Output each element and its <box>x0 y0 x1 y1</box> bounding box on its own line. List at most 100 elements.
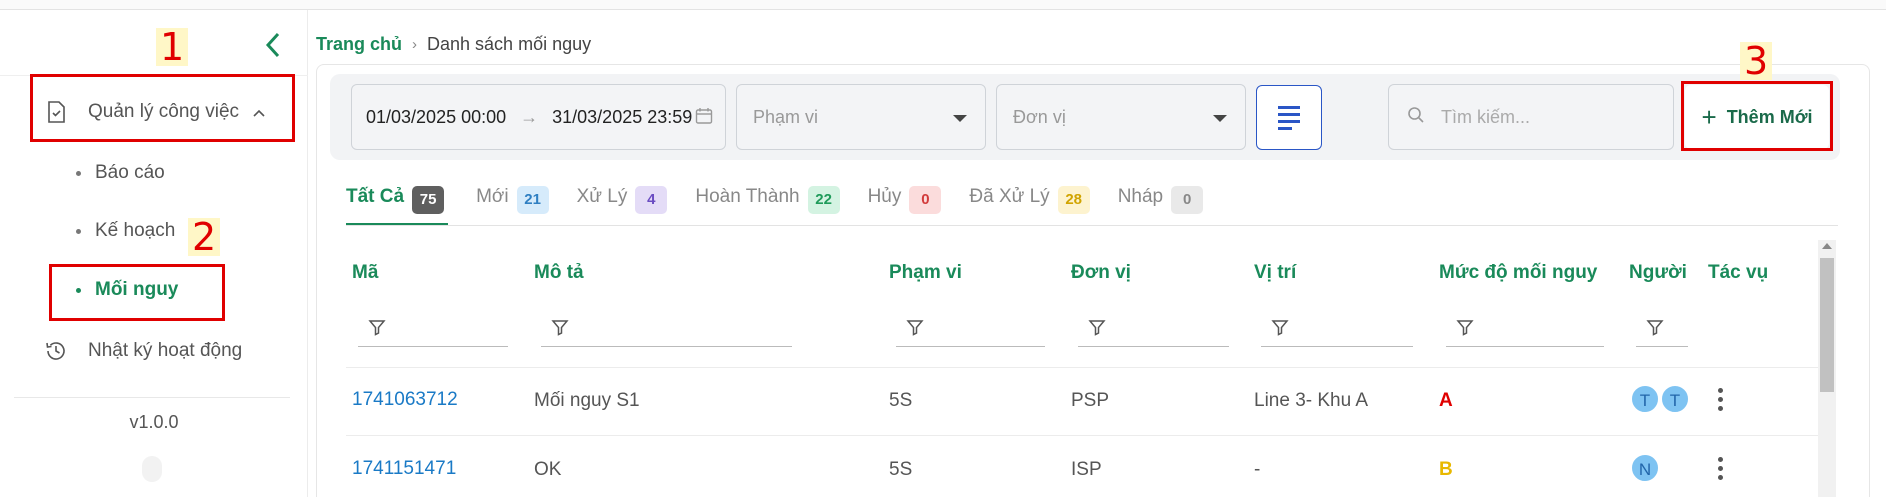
row-scope: 5S <box>889 390 913 411</box>
sidebar-subitem-plans[interactable]: Kế hoạch <box>76 220 175 242</box>
filter-icon <box>1271 320 1289 336</box>
list-icon-line <box>1278 119 1300 123</box>
tab-label: Hủy <box>867 186 902 207</box>
annotation-number-2: 2 <box>188 218 221 256</box>
sidebar-item-label: Nhật ký hoạt động <box>88 340 243 361</box>
column-filter-hazard-level[interactable] <box>1446 313 1604 347</box>
row-hazard-level: A <box>1439 390 1453 411</box>
tab-completed[interactable]: Hoàn Thành 22 <box>695 178 840 226</box>
tab-draft[interactable]: Nháp 0 <box>1117 178 1204 226</box>
column-header-scope[interactable]: Phạm vi <box>889 262 962 284</box>
annotation-box-1 <box>30 74 295 142</box>
app-version: v1.0.0 <box>129 412 179 432</box>
tabs-divider <box>346 225 1838 226</box>
count-badge: 0 <box>1171 186 1204 214</box>
count-badge: 21 <box>516 186 549 214</box>
count-badge: 22 <box>807 186 840 214</box>
row-hazard-level: B <box>1439 459 1453 480</box>
scope-select[interactable]: Phạm vi <box>736 84 986 150</box>
row-description: OK <box>534 459 562 480</box>
more-actions-icon[interactable] <box>1715 388 1725 411</box>
annotation-box-2 <box>49 264 225 321</box>
search-placeholder: Tìm kiếm... <box>1441 106 1530 127</box>
column-header-description[interactable]: Mô tả <box>534 262 584 284</box>
unit-select[interactable]: Đơn vị <box>996 84 1246 150</box>
tab-label: Tất Cả <box>346 186 405 207</box>
row-code-link[interactable]: 1741063712 <box>352 389 458 411</box>
tab-handled[interactable]: Đã Xử Lý 28 <box>969 178 1090 226</box>
row-code-link[interactable]: 1741151471 <box>352 458 456 480</box>
filter-icon <box>368 320 386 336</box>
more-actions-icon[interactable] <box>1715 457 1725 480</box>
search-icon <box>1407 106 1425 129</box>
count-badge: 28 <box>1057 186 1090 214</box>
sidebar-subitem-label: Kế hoạch <box>95 220 176 241</box>
column-filter-scope[interactable] <box>896 313 1045 347</box>
sidebar-item-activity-log[interactable]: Nhật ký hoạt động <box>44 336 242 366</box>
list-icon-line <box>1278 112 1300 116</box>
row-divider <box>346 367 1818 368</box>
avatar[interactable]: T <box>1630 384 1660 414</box>
column-header-person[interactable]: Người x <box>1629 262 1689 284</box>
row-unit: PSP <box>1071 390 1110 411</box>
top-bar <box>0 0 1886 10</box>
filter-icon <box>1456 320 1474 336</box>
column-header-actions: Tác vụ <box>1708 262 1769 283</box>
count-badge: 4 <box>635 186 668 214</box>
tab-cancelled[interactable]: Hủy 0 <box>868 178 942 226</box>
status-tabs: Tất Cả 75 Mới 21 Xử Lý 4 Hoàn Thành 22 H… <box>346 178 1231 226</box>
sidebar-toggle[interactable] <box>142 456 162 482</box>
column-filter-unit[interactable] <box>1078 313 1229 347</box>
unit-placeholder: Đơn vị <box>1013 106 1066 127</box>
breadcrumb-home-link[interactable]: Trang chủ <box>316 34 402 55</box>
history-icon <box>44 339 68 363</box>
bullet-dot <box>76 228 81 234</box>
breadcrumb-current: Danh sách mối nguy <box>427 34 592 54</box>
tab-new[interactable]: Mới 21 <box>476 178 549 226</box>
row-unit: ISP <box>1071 459 1102 480</box>
row-location: - <box>1254 459 1261 480</box>
tab-label: Xử Lý <box>576 186 628 207</box>
list-icon-line <box>1278 105 1300 109</box>
search-input[interactable]: Tìm kiếm... <box>1388 84 1674 150</box>
list-view-button[interactable] <box>1256 85 1322 150</box>
filter-icon <box>1646 320 1664 336</box>
caret-down-icon <box>953 115 967 122</box>
annotation-number-1: 1 <box>156 28 189 66</box>
arrow-right-icon: → <box>520 106 539 127</box>
tab-all[interactable]: Tất Cả 75 <box>346 178 449 226</box>
sidebar-subitem-reports[interactable]: Báo cáo <box>76 162 165 184</box>
scope-placeholder: Phạm vi <box>753 106 819 127</box>
scroll-up-arrow-icon[interactable] <box>1822 243 1832 249</box>
calendar-icon <box>695 107 713 130</box>
chevron-right-icon: › <box>412 36 418 53</box>
annotation-number-3: 3 <box>1740 42 1773 80</box>
column-header-location[interactable]: Vị trí <box>1254 262 1296 284</box>
tab-label: Hoàn Thành <box>695 186 800 207</box>
column-header-unit[interactable]: Đơn vị <box>1071 262 1131 284</box>
avatar[interactable]: T <box>1660 384 1690 414</box>
tab-label: Nháp <box>1117 186 1164 207</box>
date-range-picker[interactable]: 01/03/2025 00:00 → 31/03/2025 23:59 <box>351 84 726 150</box>
column-filter-code[interactable] <box>358 313 508 347</box>
filter-icon <box>551 320 569 336</box>
annotation-box-3 <box>1681 81 1833 151</box>
scrollbar-thumb[interactable] <box>1820 258 1834 392</box>
row-location: Line 3- Khu A <box>1254 390 1369 411</box>
column-header-hazard-level[interactable]: Mức độ mối nguy <box>1439 262 1597 284</box>
column-filter-description[interactable] <box>541 313 792 347</box>
tab-processing[interactable]: Xử Lý 4 <box>577 178 668 226</box>
list-icon-line <box>1278 126 1292 130</box>
chevron-left-icon[interactable] <box>262 30 288 64</box>
caret-down-icon <box>1213 115 1227 122</box>
column-filter-location[interactable] <box>1261 313 1413 347</box>
filter-icon <box>1088 320 1106 336</box>
tab-label: Đã Xử Lý <box>969 186 1050 207</box>
avatar[interactable]: N <box>1630 453 1660 483</box>
count-badge: 0 <box>909 186 942 214</box>
date-from: 01/03/2025 00:00 <box>366 106 507 127</box>
date-to: 31/03/2025 23:59 <box>552 106 693 127</box>
column-header-code[interactable]: Mã <box>352 262 378 284</box>
column-filter-person[interactable] <box>1636 313 1688 347</box>
tab-label: Mới <box>476 186 509 207</box>
